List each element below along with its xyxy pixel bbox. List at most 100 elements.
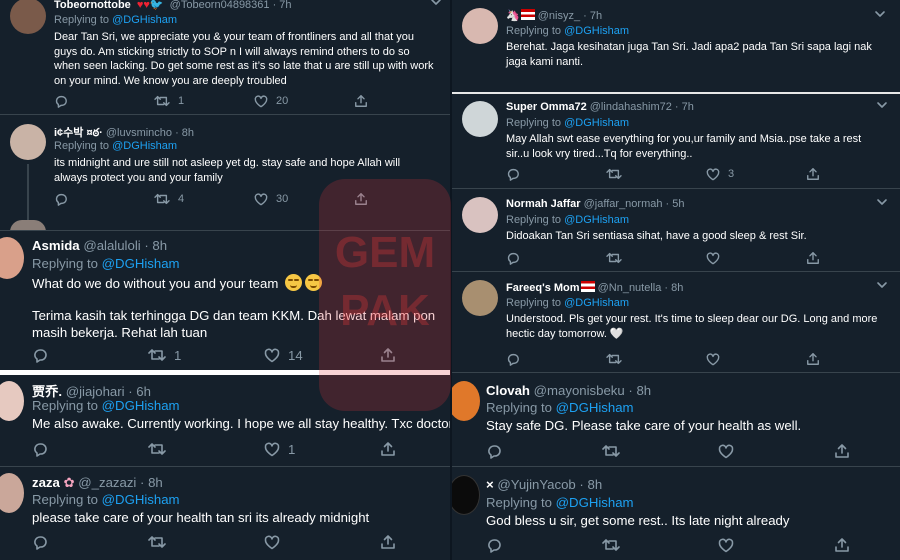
like-button[interactable] — [264, 535, 380, 550]
tweet-card[interactable]: Tobeornottobe ♥♥🐦 @Tobeorn04898361 · 7h … — [0, 0, 450, 110]
display-name[interactable]: × — [486, 477, 494, 492]
avatar[interactable] — [10, 124, 46, 160]
handle[interactable]: @Tobeorn04898361 · 7h — [170, 0, 292, 11]
handle[interactable]: @YujinYacob · 8h — [497, 477, 602, 492]
tweet-card[interactable]: Super Omma72 @lindahashim72 · 7h Replyin… — [452, 95, 900, 187]
caret-down-icon[interactable] — [876, 198, 888, 206]
share-button[interactable] — [380, 441, 396, 457]
like-button[interactable]: 1 — [264, 442, 380, 457]
handle[interactable]: @_zazazi · 8h — [78, 475, 163, 490]
like-button[interactable]: 20 — [254, 94, 354, 108]
mention-link[interactable]: @DGHisham — [564, 117, 629, 129]
caret-down-icon[interactable] — [430, 0, 442, 6]
mention-link[interactable]: @DGHisham — [564, 297, 629, 309]
tweet-card[interactable]: i¢수박 ¤ఠ· @luvsmincho · 8h Replying to @D… — [0, 118, 450, 232]
reply-button[interactable] — [506, 167, 606, 181]
like-button[interactable]: 3 — [706, 167, 806, 181]
tweet-card[interactable]: Normah Jaffar @jaffar_normah · 5h Replyi… — [452, 189, 900, 271]
share-button[interactable] — [806, 251, 820, 265]
avatar[interactable] — [462, 280, 498, 316]
avatar[interactable] — [0, 381, 24, 421]
retweet-button[interactable]: 1 — [148, 347, 264, 363]
avatar[interactable] — [452, 381, 480, 421]
avatar[interactable] — [10, 0, 46, 34]
share-button[interactable] — [380, 347, 396, 363]
share-button[interactable] — [354, 192, 368, 206]
display-name[interactable]: Tobeornottobe — [54, 0, 131, 11]
display-name[interactable]: Asmida — [32, 238, 80, 253]
avatar[interactable] — [0, 473, 24, 513]
mention-link[interactable]: @DGHisham — [102, 256, 180, 271]
share-button[interactable] — [380, 534, 396, 550]
tweet-card[interactable]: 贾乔. @jiajohari · 6h Replying to @DGHisha… — [0, 375, 450, 465]
mention-link[interactable]: @DGHisham — [556, 400, 634, 415]
reply-button[interactable] — [486, 443, 602, 459]
reply-button[interactable] — [54, 192, 154, 206]
display-name[interactable]: Fareeq's Mom — [506, 282, 580, 294]
caret-down-icon[interactable] — [876, 281, 888, 289]
handle[interactable]: @jiajohari · 6h — [66, 384, 151, 399]
handle[interactable]: @lindahashim72 · 7h — [590, 101, 694, 113]
tweet-card[interactable]: Asmida @alaluloli · 8h Replying to @DGHi… — [0, 231, 450, 369]
display-name[interactable]: Clovah — [486, 383, 530, 398]
caret-down-icon[interactable] — [874, 10, 886, 18]
share-button[interactable] — [806, 352, 820, 366]
avatar[interactable] — [462, 197, 498, 233]
display-name[interactable]: zaza — [32, 475, 60, 490]
reply-button[interactable] — [32, 347, 148, 363]
like-button[interactable] — [718, 444, 834, 459]
share-button[interactable] — [834, 537, 850, 553]
display-name[interactable]: 贾乔. — [32, 384, 62, 399]
retweet-button[interactable] — [602, 537, 718, 553]
retweet-button[interactable] — [606, 167, 706, 181]
mention-link[interactable]: @DGHisham — [102, 492, 180, 507]
like-button[interactable] — [718, 538, 834, 553]
mention-link[interactable]: @DGHisham — [102, 398, 180, 413]
handle[interactable]: @mayonisbeku · 8h — [534, 383, 651, 398]
mention-link[interactable]: @DGHisham — [556, 495, 634, 510]
retweet-button[interactable]: 1 — [154, 94, 254, 108]
retweet-button[interactable] — [602, 443, 718, 459]
share-button[interactable] — [354, 94, 368, 108]
display-name[interactable]: Super Omma72 — [506, 101, 587, 113]
retweet-button[interactable]: 4 — [154, 192, 254, 206]
like-button[interactable] — [706, 251, 806, 265]
share-button[interactable] — [834, 443, 850, 459]
handle[interactable]: @luvsmincho · 8h — [106, 127, 194, 139]
retweet-button[interactable] — [148, 441, 264, 457]
mention-link[interactable]: @DGHisham — [112, 14, 177, 26]
retweet-button[interactable] — [606, 352, 706, 366]
reply-button[interactable] — [54, 94, 154, 108]
avatar[interactable] — [452, 475, 480, 515]
handle[interactable]: @nisyz_ · 7h — [538, 10, 602, 22]
retweet-button[interactable] — [148, 534, 264, 550]
mention-link[interactable]: @DGHisham — [112, 140, 177, 152]
reply-button[interactable] — [32, 441, 148, 457]
tweet-card[interactable]: 🦄 @nisyz_ · 7h Replying to @DGHisham Ber… — [452, 0, 900, 92]
like-icon — [706, 352, 720, 365]
handle[interactable]: @jaffar_normah · 5h — [584, 198, 685, 210]
caret-down-icon[interactable] — [876, 101, 888, 109]
like-button[interactable] — [706, 352, 806, 366]
share-button[interactable] — [806, 167, 820, 181]
tweet-card[interactable]: Fareeq's Mom @Nn_nutella · 8h Replying t… — [452, 272, 900, 372]
avatar[interactable] — [462, 101, 498, 137]
reply-button[interactable] — [32, 534, 148, 550]
tweet-card[interactable]: × @YujinYacob · 8h Replying to @DGHisham… — [452, 467, 900, 560]
mention-link[interactable]: @DGHisham — [564, 214, 629, 226]
handle[interactable]: @alaluloli · 8h — [83, 238, 167, 253]
avatar[interactable] — [0, 237, 24, 279]
retweet-button[interactable] — [606, 251, 706, 265]
tweet-card[interactable]: Clovah @mayonisbeku · 8h Replying to @DG… — [452, 373, 900, 467]
avatar[interactable] — [462, 8, 498, 44]
tweet-card[interactable]: zaza ✿ @_zazazi · 8h Replying to @DGHish… — [0, 467, 450, 560]
reply-button[interactable] — [486, 537, 602, 553]
like-button[interactable]: 14 — [264, 348, 380, 363]
handle[interactable]: @Nn_nutella · 8h — [598, 282, 684, 294]
reply-button[interactable] — [506, 352, 606, 366]
display-name[interactable]: i¢수박 ¤ఠ· — [54, 127, 103, 139]
like-button[interactable]: 30 — [254, 192, 354, 206]
mention-link[interactable]: @DGHisham — [564, 25, 629, 37]
reply-button[interactable] — [506, 251, 606, 265]
display-name[interactable]: Normah Jaffar — [506, 198, 581, 210]
